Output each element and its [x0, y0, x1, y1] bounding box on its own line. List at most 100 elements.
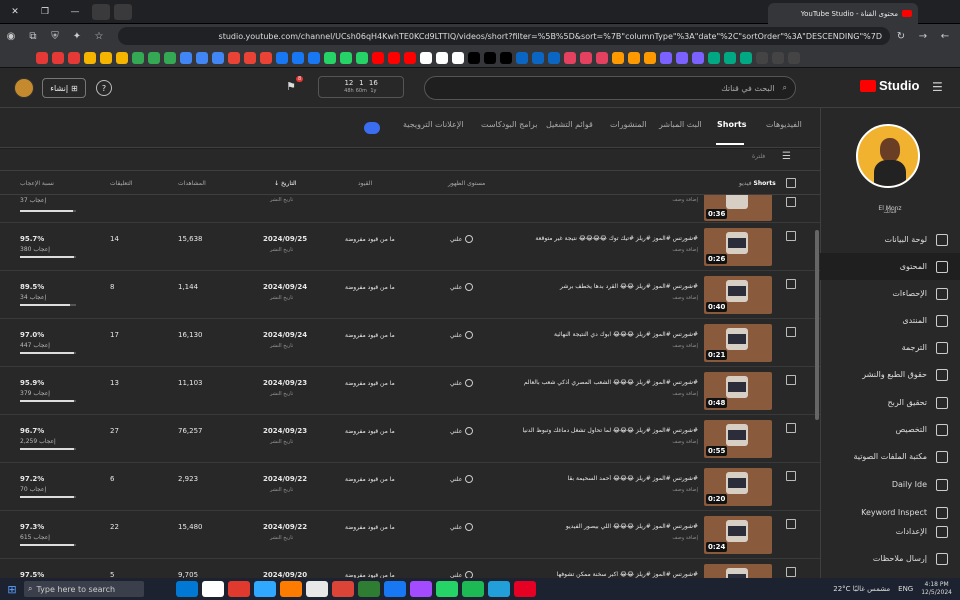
visibility-cell[interactable]: علني	[450, 523, 474, 531]
row-checkbox[interactable]	[786, 327, 796, 337]
scrollbar[interactable]	[815, 230, 819, 420]
sidebar-item-8[interactable]: مكتبة الملفات الصوتية	[820, 443, 960, 470]
table-row[interactable]: 0:36 إضافة وصف تاريخ النشر 37 إعجاب	[0, 195, 820, 223]
bookmark-icon[interactable]	[580, 51, 592, 64]
table-row[interactable]: 0:24 #شورتس #الموز #ريلز 😂😂😂 اللي بيصور ا…	[0, 511, 820, 559]
table-row[interactable]: 0:40 #شورتس #الموز #ريلز 😂😂 القرد بدها يخ…	[0, 271, 820, 319]
bookmark-icon[interactable]	[452, 51, 464, 64]
video-thumbnail[interactable]: 0:26	[704, 228, 772, 266]
shield-icon[interactable]: ⛨	[44, 25, 66, 47]
select-all-checkbox[interactable]	[786, 178, 796, 188]
table-row[interactable]: 0:26 #شورتس #الموز #ريلز #تيك توك 😂😂😂😂 نت…	[0, 223, 820, 271]
collapsed-tab[interactable]	[114, 4, 132, 20]
video-thumbnail[interactable]: 0:36	[704, 195, 772, 221]
forward-icon[interactable]: →	[912, 25, 934, 47]
visibility-cell[interactable]: علني	[450, 571, 474, 578]
bookmark-star-icon[interactable]: ☆	[88, 25, 110, 47]
clock[interactable]: 4:18 PM 12/5/2024	[921, 581, 952, 597]
taskbar-app-icon[interactable]	[410, 581, 432, 597]
bookmark-icon[interactable]	[660, 51, 672, 64]
video-title[interactable]: #شورتس #الموز #ريلز 😂😂😂 ابوك دي النتيجة …	[500, 331, 698, 338]
video-title[interactable]: #شورتس #الموز #ريلز 😂😂😂 أحمد السحيمة بقا	[500, 475, 698, 482]
video-title[interactable]: #شورتس #الموز #ريلز 😂😂😂 اللي بيصور الفيد…	[500, 523, 698, 530]
active-browser-tab[interactable]: محتوى القناة - YouTube Studio	[768, 3, 918, 24]
bookmark-icon[interactable]	[148, 51, 160, 64]
bookmark-icon[interactable]	[708, 51, 720, 64]
row-checkbox[interactable]	[786, 567, 796, 577]
taskbar-app-icon[interactable]	[462, 581, 484, 597]
video-title[interactable]: #شورتس #الموز #ريلز #تيك توك 😂😂😂😂 نتيجة …	[500, 235, 698, 242]
row-checkbox[interactable]	[786, 231, 796, 241]
bookmark-icon[interactable]	[196, 51, 208, 64]
bookmark-icon[interactable]	[548, 51, 560, 64]
taskbar-app-icon[interactable]	[332, 581, 354, 597]
table-row[interactable]: 0:48 #شورتس #الموز #ريلز 😂😂😂 الشعب المصري…	[0, 367, 820, 415]
video-thumbnail[interactable]: 0:24	[704, 516, 772, 554]
bookmark-icon[interactable]	[388, 51, 400, 64]
sidebar-item-7[interactable]: التخصيص	[820, 416, 960, 443]
taskbar-app-icon[interactable]	[358, 581, 380, 597]
restore-window-icon[interactable]: ❐	[30, 0, 60, 24]
bookmark-icon[interactable]	[692, 51, 704, 64]
taskbar-app-icon[interactable]	[384, 581, 406, 597]
channel-avatar[interactable]	[856, 124, 920, 188]
address-bar[interactable]: studio.youtube.com/channel/UCsh06qH4KwhT…	[118, 27, 890, 45]
channel-search-input[interactable]: البحث في قناتك ⌕	[424, 76, 796, 100]
extension-icon[interactable]: ⧉	[22, 25, 44, 47]
row-checkbox[interactable]	[786, 279, 796, 289]
row-checkbox[interactable]	[786, 375, 796, 385]
sidebar-item-6[interactable]: تحقيق الربح	[820, 389, 960, 416]
bookmark-icon[interactable]	[260, 51, 272, 64]
collapsed-tab[interactable]	[92, 4, 110, 20]
sidebar-item-9[interactable]: Daily Ide	[820, 471, 960, 498]
col-video[interactable]: فيديو Shorts	[739, 180, 776, 187]
bookmark-icon[interactable]	[596, 51, 608, 64]
tab-5[interactable]: برامج البودكاست	[481, 120, 537, 129]
bookmark-icon[interactable]	[164, 51, 176, 64]
bookmark-icon[interactable]	[532, 51, 544, 64]
bookmark-icon[interactable]	[340, 51, 352, 64]
start-button-icon[interactable]: ⊞	[0, 578, 24, 600]
profile-icon[interactable]: ◉	[0, 25, 22, 47]
col-likes[interactable]: نسبة الإعجاب	[20, 180, 54, 187]
puzzle-icon[interactable]: ✦	[66, 25, 88, 47]
bookmark-icon[interactable]	[36, 51, 48, 64]
video-title[interactable]: #شورتس #الموز #ريلز 😂😂 القرد بدها يخطف ب…	[500, 283, 698, 290]
bookmark-icon[interactable]	[244, 51, 256, 64]
table-row[interactable]: 0:20 #شورتس #الموز #ريلز 😂😂😂 أحمد السحيمة…	[0, 463, 820, 511]
weather[interactable]: 22°C مشمس غالبًا	[833, 585, 890, 593]
menu-icon[interactable]: ☰	[932, 80, 943, 94]
tab-4[interactable]: قوائم التشغيل	[546, 120, 593, 129]
video-title[interactable]: #شورتس #الموز #ريلز 😂😂😂 لما تحاول تشغل د…	[500, 427, 698, 434]
row-checkbox[interactable]	[786, 471, 796, 481]
tab-2[interactable]: البث المباشر	[659, 120, 702, 129]
bookmark-icon[interactable]	[628, 51, 640, 64]
taskbar-app-icon[interactable]	[436, 581, 458, 597]
bookmark-icon[interactable]	[180, 51, 192, 64]
help-icon[interactable]: ?	[96, 80, 112, 96]
sidebar-item-12[interactable]: إرسال ملاحظات	[820, 545, 960, 572]
table-row[interactable]: 0:55 #شورتس #الموز #ريلز 😂😂😂 لما تحاول تش…	[0, 415, 820, 463]
bookmark-icon[interactable]	[212, 51, 224, 64]
notifications-icon[interactable]: ⚑	[286, 80, 296, 93]
bookmark-icon[interactable]	[116, 51, 128, 64]
sidebar-item-0[interactable]: لوحة البيانات	[820, 226, 960, 253]
bookmark-icon[interactable]	[68, 51, 80, 64]
row-checkbox[interactable]	[786, 423, 796, 433]
bookmark-icon[interactable]	[292, 51, 304, 64]
visibility-cell[interactable]: علني	[450, 331, 474, 339]
bookmark-icon[interactable]	[420, 51, 432, 64]
tab-1[interactable]: Shorts	[717, 120, 746, 129]
bookmark-icon[interactable]	[676, 51, 688, 64]
sidebar-item-11[interactable]: الإعدادات	[820, 518, 960, 545]
close-window-icon[interactable]: ✕	[0, 0, 30, 24]
taskbar-app-icon[interactable]	[176, 581, 198, 597]
bookmark-icon[interactable]	[356, 51, 368, 64]
video-thumbnail[interactable]: 0:55	[704, 420, 772, 458]
video-thumbnail[interactable]: 0:40	[704, 276, 772, 314]
col-views[interactable]: المشاهدات	[178, 180, 206, 187]
col-comments[interactable]: التعليقات	[110, 180, 133, 187]
bookmark-icon[interactable]	[132, 51, 144, 64]
visibility-cell[interactable]: علني	[450, 235, 474, 243]
video-title[interactable]: #شورتس #الموز #ريلز 😂😂 اكبر سخنة ممكن تش…	[500, 571, 698, 578]
